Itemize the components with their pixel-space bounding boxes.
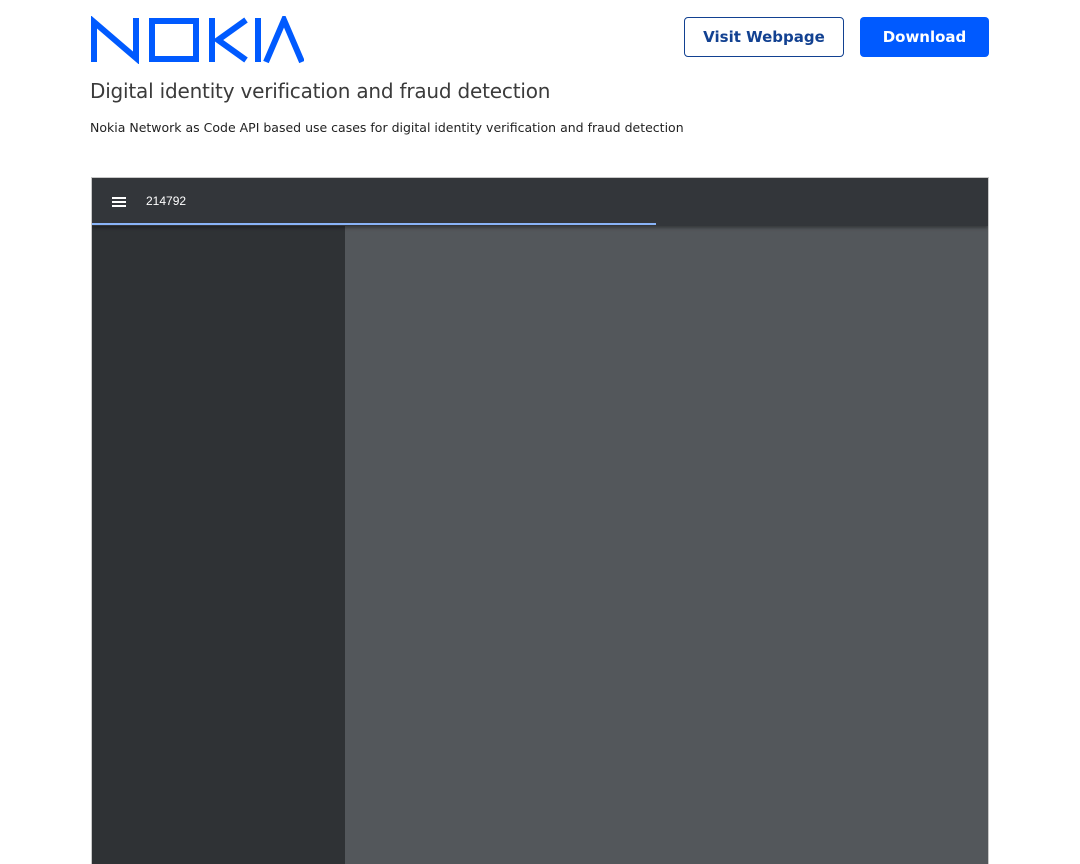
document-title: 214792 xyxy=(146,194,187,208)
page-title: Digital identity verification and fraud … xyxy=(90,79,551,103)
thumbnail-sidebar[interactable] xyxy=(92,226,345,864)
visit-webpage-button[interactable]: Visit Webpage xyxy=(684,17,844,57)
download-button[interactable]: Download xyxy=(860,17,989,57)
nokia-logo[interactable] xyxy=(90,16,304,64)
nokia-logo-mark xyxy=(91,16,304,64)
page-description: Nokia Network as Code API based use case… xyxy=(90,120,684,135)
hamburger-menu-icon[interactable] xyxy=(110,194,128,210)
viewer-toolbar: 214792 xyxy=(92,178,988,226)
document-viewer: 214792 xyxy=(91,177,989,864)
page: Visit Webpage Download Digital identity … xyxy=(0,0,1080,864)
document-content-area[interactable] xyxy=(345,226,988,864)
loading-progress-bar xyxy=(92,223,657,225)
